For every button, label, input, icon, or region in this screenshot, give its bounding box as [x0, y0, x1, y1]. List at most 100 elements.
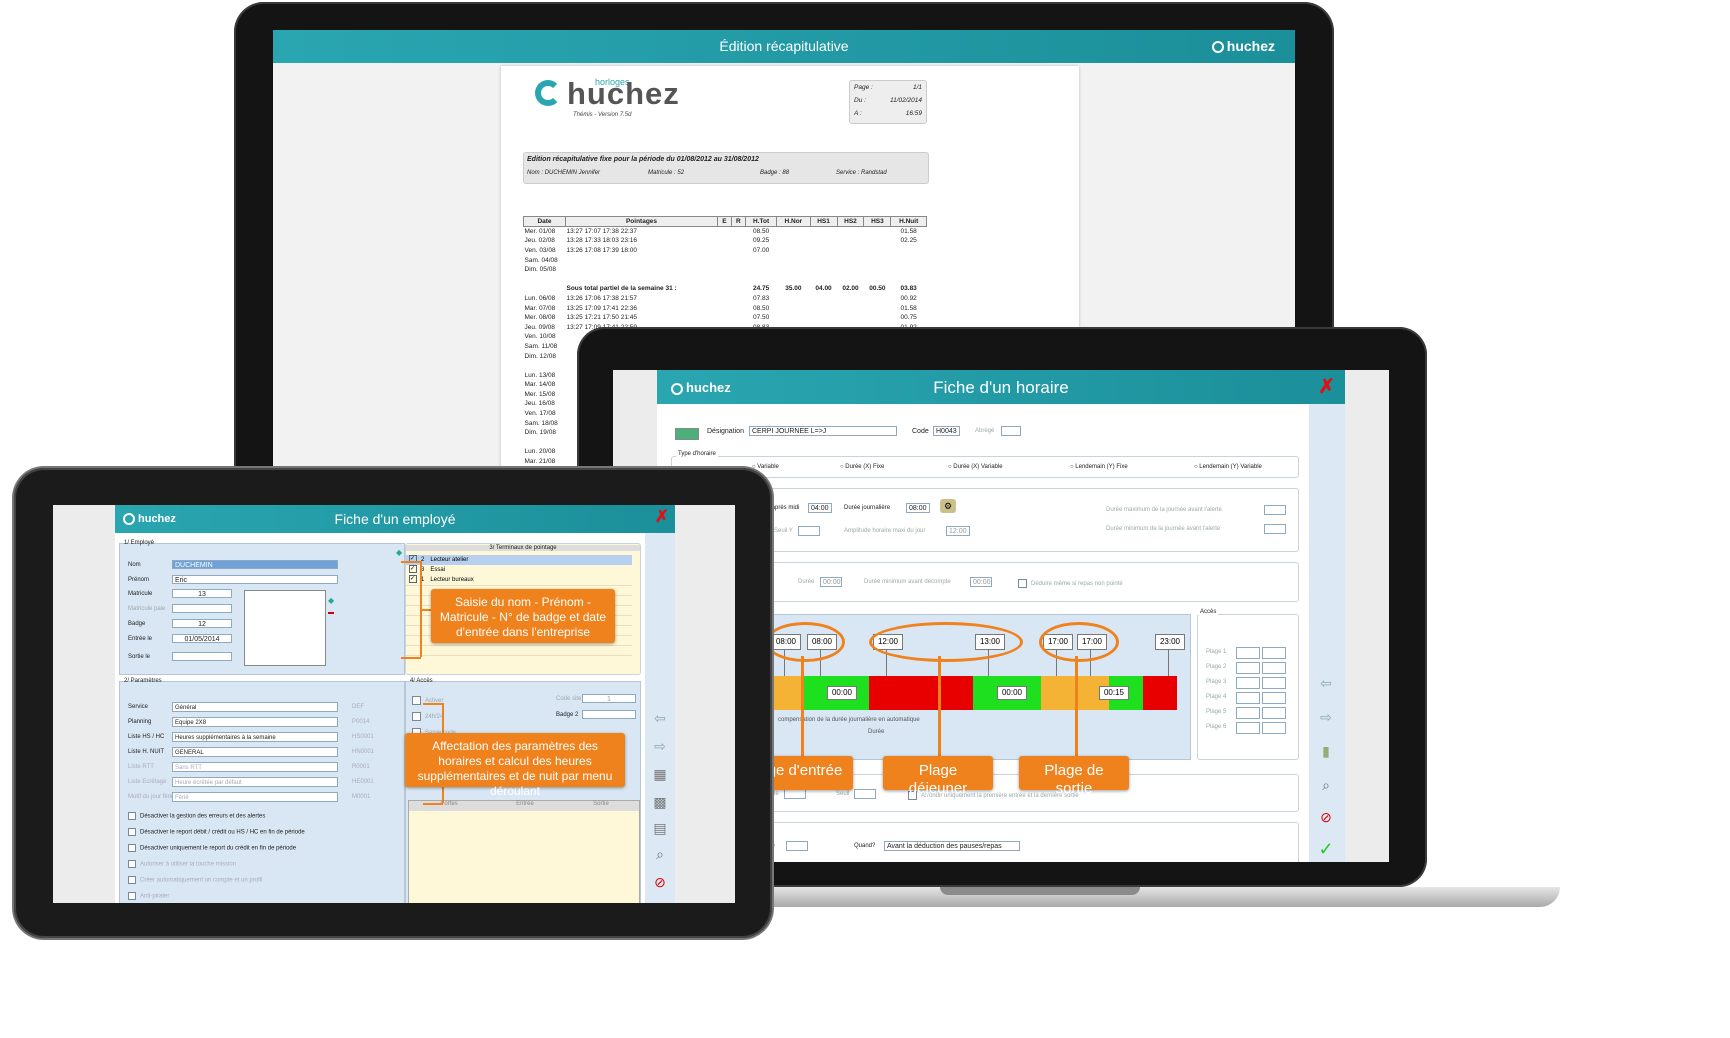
color-picker[interactable]	[675, 428, 699, 440]
validate-check-icon[interactable]: ✓	[1317, 840, 1335, 858]
previous-arrow-icon[interactable]: ⇦	[1317, 674, 1335, 692]
duree-min-decompte-input[interactable]: 00:00	[970, 577, 992, 587]
type-option-variable[interactable]: ○ Variable	[752, 464, 779, 470]
entree-input[interactable]: 01/05/2014	[172, 634, 232, 643]
code-input[interactable]: H0043	[933, 426, 960, 436]
plage-input-2[interactable]	[1262, 662, 1286, 674]
terminal-row[interactable]: ✓ 1 Lecteur bureaux	[406, 575, 632, 585]
code-site-input[interactable]: 1	[582, 694, 636, 703]
nom-input[interactable]: DUCHEMIN	[172, 560, 338, 569]
horaire-nav: ⇦ ⇨ ▮ ⌕ ⊘ ✓	[1309, 404, 1345, 862]
type-option-lendemain-fixe[interactable]: ○ Lendemain (Y) Fixe	[1070, 464, 1128, 470]
periode2-input[interactable]	[786, 841, 808, 851]
calculator-icon[interactable]: ⚙	[940, 499, 956, 513]
checkbox-box[interactable]	[128, 892, 136, 900]
option-checkbox[interactable]: Désactiver uniquement le report du crédi…	[128, 844, 296, 852]
param-select[interactable]: Sans RTT	[172, 762, 338, 772]
print-icon[interactable]: ▤	[651, 819, 669, 837]
terminal-row[interactable]: ✓ 3 Essai	[406, 565, 632, 575]
param-select[interactable]: Férié	[172, 792, 338, 802]
designation-input[interactable]: CERPI JOURNEE L=>J	[749, 426, 897, 436]
prenom-input[interactable]: Eric	[172, 575, 338, 584]
cancel-icon[interactable]: ⊘	[651, 873, 669, 891]
photo-frame[interactable]	[244, 590, 326, 666]
type-option-duree-fixe[interactable]: ○ Durée (X) Fixe	[840, 464, 884, 470]
add-photo-icon[interactable]: ◆	[328, 596, 334, 605]
table-cell	[566, 274, 718, 284]
checkbox-box[interactable]	[128, 812, 136, 820]
plage-label: Plage 5	[1206, 709, 1227, 715]
plage-input-2[interactable]	[1262, 677, 1286, 689]
plage-input-2[interactable]	[1262, 647, 1286, 659]
plage-input-2[interactable]	[1262, 722, 1286, 734]
remove-photo-icon[interactable]	[328, 612, 334, 614]
badge2-input[interactable]	[582, 710, 636, 719]
repas-group: Durée 00:00 Durée minimum avant décompte…	[757, 562, 1299, 602]
timeline-segment	[1143, 676, 1177, 710]
cancel-icon[interactable]: ⊘	[1317, 808, 1335, 826]
option-checkbox[interactable]: Désactiver la gestion des erreurs et des…	[128, 812, 265, 820]
duree-min-input[interactable]	[1264, 524, 1286, 534]
param-select[interactable]: Heure écrêtée par défaut	[172, 777, 338, 787]
map-icon[interactable]: ▩	[651, 793, 669, 811]
checkbox-box[interactable]	[128, 860, 136, 868]
plage-input-2[interactable]	[1262, 692, 1286, 704]
next-arrow-icon[interactable]: ⇨	[651, 737, 669, 755]
plage-input-1[interactable]	[1236, 677, 1260, 689]
param-select[interactable]: Equipe 2X8	[172, 717, 338, 727]
terminal-checkbox[interactable]: ✓	[409, 565, 417, 574]
checkbox-box[interactable]	[128, 876, 136, 884]
type-option-duree-variable[interactable]: ○ Durée (X) Variable	[948, 464, 1003, 470]
auto-text: compensation de la durée journalière en …	[778, 717, 920, 723]
seuil-input[interactable]	[854, 789, 876, 799]
duree-max-input[interactable]	[1264, 505, 1286, 515]
plage-input-2[interactable]	[1262, 707, 1286, 719]
param-select[interactable]: Heures supplémentaires à la semaine	[172, 732, 338, 742]
option-checkbox[interactable]: Créer automatiquement un compte et un pr…	[128, 876, 262, 884]
abrege-input[interactable]	[1001, 426, 1021, 436]
plage-input-1[interactable]	[1236, 722, 1260, 734]
plage-input-1[interactable]	[1236, 662, 1260, 674]
quand-select[interactable]: Avant la déduction des pauses/repas	[884, 841, 1020, 851]
amplitude-input[interactable]: 12:00	[946, 526, 970, 536]
calendar-icon[interactable]: ▦	[651, 765, 669, 783]
matricule-input[interactable]: 13	[172, 589, 232, 598]
bar-time-box[interactable]: 00:00	[997, 686, 1027, 700]
bar-time-box[interactable]: 00:00	[827, 686, 857, 700]
seuil-y-input[interactable]	[798, 526, 820, 536]
close-icon[interactable]: ✗	[1318, 374, 1335, 399]
next-arrow-icon[interactable]: ⇨	[1317, 708, 1335, 726]
search-icon[interactable]: ⌕	[651, 845, 669, 863]
previous-arrow-icon[interactable]: ⇦	[651, 709, 669, 727]
search-icon[interactable]: ⌕	[1317, 776, 1335, 794]
checkbox-label: Désactiver uniquement le report du crédi…	[140, 845, 297, 852]
type-option-lendemain-variable[interactable]: ○ Lendemain (Y) Variable	[1194, 464, 1262, 470]
plage-input-1[interactable]	[1236, 647, 1260, 659]
bar-time-box[interactable]: 00:15	[1099, 686, 1129, 700]
table-cell	[524, 284, 566, 294]
sortie-input[interactable]	[172, 652, 232, 661]
terminal-row[interactable]: ✓ 2 Lecteur atelier	[406, 555, 632, 565]
duree-apres-midi-input[interactable]: 04:00	[808, 503, 832, 513]
checkbox-box[interactable]	[128, 844, 136, 852]
duree-journaliere-input[interactable]: 08:00	[906, 503, 930, 513]
checkbox-box[interactable]	[128, 828, 136, 836]
arrow-icon[interactable]: ◆	[396, 548, 402, 557]
option-checkbox[interactable]: Autoriser à utiliser la touche mission	[128, 860, 236, 868]
option-checkbox[interactable]: Désactiver le report débit / crédit ou H…	[128, 828, 305, 836]
badge-input[interactable]: 12	[172, 619, 232, 628]
close-icon[interactable]: ✗	[655, 507, 669, 527]
plage-input-1[interactable]	[1236, 692, 1260, 704]
duree-input[interactable]: 00:00	[820, 577, 842, 587]
plage-input-1[interactable]	[1236, 707, 1260, 719]
matricule-paie-input[interactable]	[172, 604, 232, 613]
deduire-checkbox[interactable]: Déduire même si repas non pointé	[1018, 579, 1123, 588]
time-box[interactable]: 23:00	[1155, 634, 1185, 650]
option-checkbox[interactable]: Anti-pirater	[128, 892, 169, 900]
h24-checkbox[interactable]: 24h/24	[412, 712, 443, 721]
periode-input[interactable]	[784, 789, 806, 799]
exit-door-icon[interactable]: ▮	[1317, 742, 1335, 760]
terminal-checkbox[interactable]: ✓	[409, 575, 417, 584]
param-select[interactable]: Général	[172, 702, 338, 712]
param-select[interactable]: GENERAL	[172, 747, 338, 757]
